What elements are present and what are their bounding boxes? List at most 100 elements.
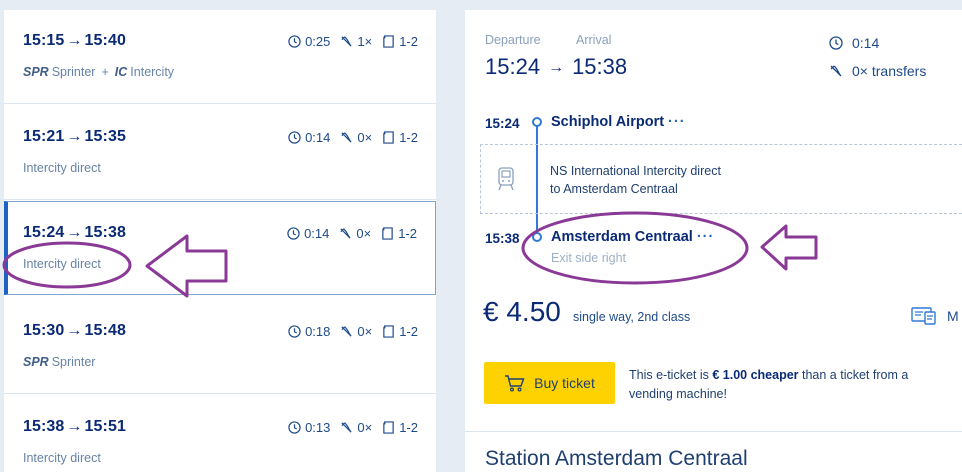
trip-segment-code: IC <box>114 65 128 79</box>
trip-transfers-value: 0× <box>357 324 373 339</box>
destination-dot <box>532 232 542 242</box>
station-title: Station Amsterdam Centraal <box>485 447 748 470</box>
trip-classes: 1-2 <box>382 420 418 435</box>
detail-dep-time: 15:24 <box>485 54 541 79</box>
destination-more-icon[interactable]: ··· <box>697 229 715 245</box>
clock-icon <box>829 36 843 50</box>
trip-transfers: 0× <box>339 226 371 241</box>
detail-transfers-value: 0× transfers <box>852 63 927 79</box>
price-description: single way, 2nd class <box>573 310 691 324</box>
trip-times: 15:30 → 15:48 <box>23 322 126 340</box>
trip-row[interactable]: 15:15 → 15:40 0:25 1× 1-2 SPR Sprinter + IC In… <box>4 10 436 104</box>
detail-arrow: → <box>548 59 565 76</box>
destination-name: Amsterdam Centraal <box>551 229 693 245</box>
class-icon <box>383 131 394 144</box>
class-icon <box>382 227 393 240</box>
class-icon <box>383 421 394 434</box>
trip-arrow: → <box>66 418 83 435</box>
trip-meta: 0:25 1× 1-2 <box>278 34 418 49</box>
cart-icon <box>505 375 525 392</box>
trip-arrow: → <box>66 322 83 339</box>
trip-type: SPR Sprinter + IC Intercity <box>23 65 174 79</box>
trip-classes: 1-2 <box>382 324 418 339</box>
trip-list: 15:15 → 15:40 0:25 1× 1-2 SPR Sprinter + IC In… <box>4 10 436 472</box>
trip-transfers: 1× <box>340 34 372 49</box>
buy-ticket-button[interactable]: Buy ticket <box>484 362 615 404</box>
origin-dot <box>532 117 542 127</box>
trip-classes: 1-2 <box>381 226 417 241</box>
trip-classes: 1-2 <box>382 34 418 49</box>
trip-segment-code: SPR <box>23 65 49 79</box>
clock-icon <box>288 325 301 338</box>
trip-row[interactable]: 15:24 → 15:38 0:14 0× 1-2 Intercity direct <box>4 201 436 295</box>
leg-description: NS International Intercity direct to Ams… <box>550 162 721 198</box>
clock-icon <box>288 131 301 144</box>
trip-arr-time: 15:48 <box>84 322 126 339</box>
trip-duration-value: 0:13 <box>305 420 331 435</box>
class-icon <box>383 325 394 338</box>
detail-duration: 0:14 <box>829 35 879 51</box>
leg-box: NS International Intercity direct to Ams… <box>480 144 962 214</box>
trip-row[interactable]: 15:21 → 15:35 0:14 0× 1-2 Intercity direct <box>4 106 436 200</box>
trip-segment-code: SPR <box>23 355 49 369</box>
trip-duration-value: 0:18 <box>305 324 331 339</box>
train-icon <box>498 167 514 191</box>
trip-dep-time: 15:21 <box>23 128 65 145</box>
trip-meta: 0:13 0× 1-2 <box>278 420 418 435</box>
trip-type-text: Intercity direct <box>23 257 101 271</box>
ticket-link-label: M <box>947 308 959 324</box>
trip-type-text: Intercity direct <box>23 451 101 465</box>
eticket-note-pre: This e-ticket is <box>629 368 713 382</box>
trip-row[interactable]: 15:38 → 15:51 0:13 0× 1-2 Intercity direct <box>4 396 436 472</box>
trip-arr-time: 15:40 <box>84 32 126 49</box>
trip-duration-value: 0:25 <box>305 34 331 49</box>
trip-type: SPR Sprinter <box>23 355 95 369</box>
trip-classes-value: 1-2 <box>399 324 418 339</box>
detail-duration-value: 0:14 <box>852 35 880 51</box>
trip-duration: 0:18 <box>288 324 330 339</box>
trip-classes-value: 1-2 <box>398 226 417 241</box>
detail-arr-time: 15:38 <box>572 54 628 79</box>
leg-line-2: to Amsterdam Centraal <box>550 182 678 196</box>
trip-segment-name: Sprinter <box>51 355 96 369</box>
trip-arrow: → <box>66 128 83 145</box>
eticket-note: This e-ticket is € 1.00 cheaper than a t… <box>629 366 949 404</box>
detail-transfers: 0× transfers <box>829 63 926 79</box>
section-divider <box>465 431 962 432</box>
trip-arrow: → <box>66 224 83 241</box>
trip-meta: 0:14 0× 1-2 <box>278 130 418 145</box>
trip-transfers: 0× <box>340 324 372 339</box>
origin-more-icon[interactable]: ··· <box>668 114 686 130</box>
trip-times: 15:24 → 15:38 <box>23 224 126 242</box>
trip-times: 15:21 → 15:35 <box>23 128 126 146</box>
trip-classes-value: 1-2 <box>399 34 418 49</box>
leg-line-1: NS International Intercity direct <box>550 164 721 178</box>
clock-icon <box>288 421 301 434</box>
price: € 4.50 <box>483 296 561 327</box>
departure-label: Departure <box>485 33 541 47</box>
trip-times: 15:15 → 15:40 <box>23 32 126 50</box>
origin-name: Schiphol Airport <box>551 114 665 130</box>
transfer-icon <box>341 36 352 47</box>
origin-stop[interactable]: Schiphol Airport ··· <box>551 114 686 130</box>
trip-segment-plus: + <box>101 65 109 79</box>
ticket-icon <box>911 307 936 325</box>
trip-meta: 0:14 0× 1-2 <box>277 226 417 241</box>
detail-times: 15:24 → 15:38 <box>485 54 627 80</box>
trip-arrow: → <box>66 32 83 49</box>
destination-stop[interactable]: Amsterdam Centraal ··· <box>551 229 714 245</box>
trip-row[interactable]: 15:30 → 15:48 0:18 0× 1-2 SPR Sprinter <box>4 300 436 394</box>
trip-classes-value: 1-2 <box>399 420 418 435</box>
trip-type-text: Intercity direct <box>23 161 101 175</box>
ticket-link[interactable]: M <box>911 306 959 326</box>
transfer-icon <box>340 228 351 239</box>
origin-time: 15:24 <box>485 116 520 131</box>
transfer-icon <box>830 65 842 77</box>
trip-segment-name: Sprinter <box>51 65 96 79</box>
trip-dep-time: 15:38 <box>23 418 65 435</box>
trip-dep-time: 15:24 <box>23 224 65 241</box>
trip-type: Intercity direct <box>23 161 101 175</box>
trip-segment-name: Intercity <box>130 65 175 79</box>
trip-type: Intercity direct <box>23 257 101 271</box>
trip-duration: 0:25 <box>288 34 330 49</box>
